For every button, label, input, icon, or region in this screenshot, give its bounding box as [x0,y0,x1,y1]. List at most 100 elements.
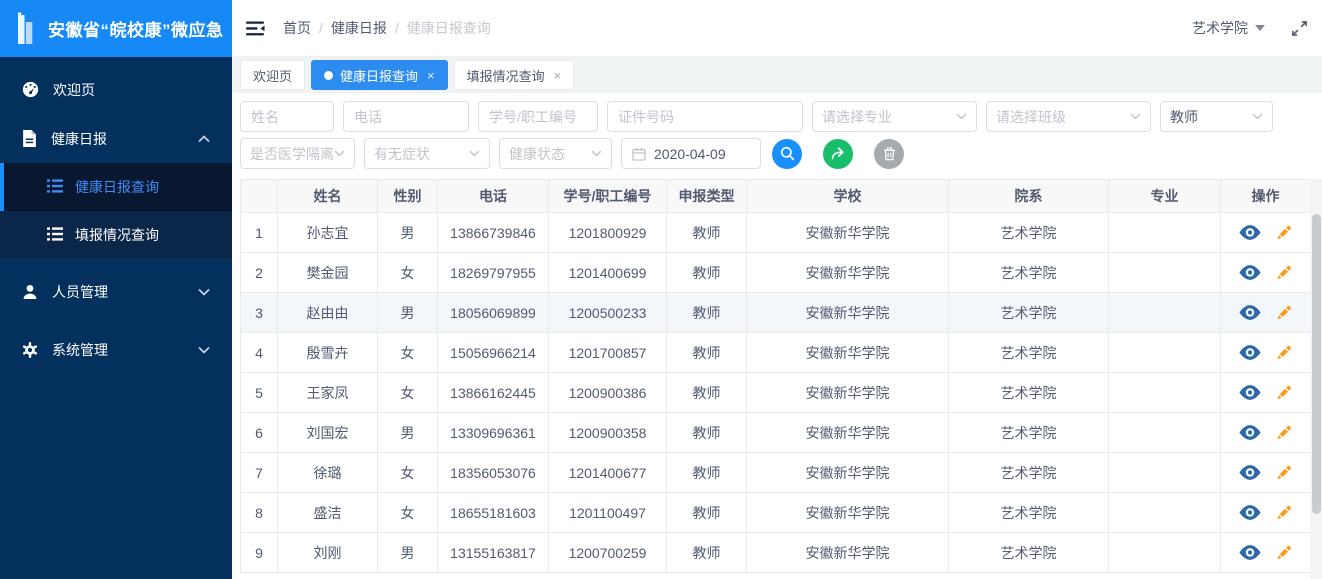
class-select[interactable]: 请选择班级 [986,101,1151,132]
phone-input[interactable] [343,101,469,132]
sidebar-item-daily-report-query[interactable]: 健康日报查询 [0,163,232,211]
view-button[interactable] [1239,545,1261,560]
cell-phone: 13309696361 [437,412,549,453]
edit-pencil-icon [1277,465,1291,480]
view-button[interactable] [1239,265,1261,280]
cell-type: 教师 [666,252,747,293]
export-icon [831,147,844,160]
sidebar-menu: 欢迎页 健康日报 健康日报查询 填报情况查询 人员管理 系统管理 [0,57,232,374]
tab-close-icon[interactable]: × [427,68,435,83]
cell-gender: 女 [377,252,438,293]
delete-button[interactable] [874,138,904,169]
chevron-down-icon [334,150,345,157]
chevron-up-icon [198,134,210,142]
cell-code: 1201400699 [548,252,667,293]
breadcrumb-section[interactable]: 健康日报 [331,18,387,38]
cell-actions [1220,372,1311,413]
cell-name: 殷雪卉 [277,332,378,373]
tab-welcome[interactable]: 欢迎页 [240,60,306,90]
cell-actions [1220,492,1311,533]
list-icon [47,178,63,196]
search-button[interactable] [772,138,802,169]
staff-no-input[interactable] [478,101,598,132]
cell-major [1108,452,1221,493]
tab-fill-status-query[interactable]: 填报情况查询 × [453,60,575,90]
view-button[interactable] [1239,345,1261,360]
sidebar-item-personnel[interactable]: 人员管理 [0,267,232,316]
fullscreen-expand-icon[interactable] [1291,20,1308,37]
person-type-select[interactable]: 教师 [1160,101,1273,132]
edit-button[interactable] [1275,344,1292,361]
view-button[interactable] [1239,385,1261,400]
edit-button[interactable] [1275,264,1292,281]
cell-type: 教师 [666,212,747,253]
filter-row-2: 是否医学隔离 有无症状 健康状态 2020-04-09 [240,138,1322,169]
cell-major [1108,492,1221,533]
cell-major [1108,412,1221,453]
scrollbar-thumb[interactable] [1311,214,1321,514]
cell-actions [1220,412,1311,453]
cell-index: 8 [240,492,278,533]
table-row: 8 盛洁女 18655181603 1201100497 教师 安徽新华学院 艺术学院 [240,492,1311,533]
id-card-input[interactable] [607,101,803,132]
results-table: 姓名 性别 电话 学号/职工编号 申报类型 学校 院系 专业 操作 1 孙志宜男 1… [240,179,1311,573]
menu-fold-icon[interactable] [246,21,265,36]
cell-department: 艺术学院 [948,452,1109,493]
cell-type: 教师 [666,292,747,333]
view-button[interactable] [1239,465,1261,480]
health-state-select[interactable]: 健康状态 [499,138,612,169]
edit-button[interactable] [1275,224,1292,241]
cell-department: 艺术学院 [948,372,1109,413]
view-eye-icon [1239,305,1261,320]
vertical-scrollbar[interactable] [1310,179,1322,579]
cell-code: 1200700259 [548,532,667,573]
list-icon [47,226,63,244]
isolation-select[interactable]: 是否医学隔离 [240,138,355,169]
cell-major [1108,332,1221,373]
breadcrumb-home[interactable]: 首页 [283,18,311,38]
edit-button[interactable] [1275,464,1292,481]
major-select[interactable]: 请选择专业 [812,101,977,132]
cell-actions [1220,252,1311,293]
sidebar-item-fill-status-query[interactable]: 填报情况查询 [0,211,232,259]
chevron-down-icon [1252,113,1263,120]
cell-school: 安徽新华学院 [746,492,949,533]
tab-close-icon[interactable]: × [554,68,562,83]
cell-type: 教师 [666,452,747,493]
cell-major [1108,292,1221,333]
view-button[interactable] [1239,225,1261,240]
name-input[interactable] [240,101,334,132]
cell-major [1108,252,1221,293]
cell-department: 艺术学院 [948,492,1109,533]
org-dropdown[interactable]: 艺术学院 [1192,18,1265,38]
date-picker[interactable]: 2020-04-09 [621,138,761,169]
cell-name: 赵由由 [277,292,378,333]
view-button[interactable] [1239,425,1261,440]
open-tabs-bar: 欢迎页 健康日报查询 × 填报情况查询 × [232,57,1322,93]
cell-code: 1200900358 [548,412,667,453]
symptom-select[interactable]: 有无症状 [364,138,490,169]
view-button[interactable] [1239,505,1261,520]
export-button[interactable] [823,138,853,169]
cell-actions [1220,212,1311,253]
sidebar-item-system[interactable]: 系统管理 [0,325,232,374]
chevron-down-icon [198,346,210,354]
search-icon [780,146,794,161]
top-header: 首页 / 健康日报 / 健康日报查询 艺术学院 [232,0,1322,57]
app-title: 安徽省“皖校康”微应急 [48,21,224,40]
edit-pencil-icon [1277,225,1291,240]
edit-button[interactable] [1275,384,1292,401]
health-report-submenu: 健康日报查询 填报情况查询 [0,163,232,259]
sidebar-item-welcome[interactable]: 欢迎页 [0,65,232,114]
edit-button[interactable] [1275,544,1292,561]
view-button[interactable] [1239,305,1261,320]
cell-department: 艺术学院 [948,212,1109,253]
cell-name: 盛洁 [277,492,378,533]
edit-button[interactable] [1275,504,1292,521]
tab-daily-report-query[interactable]: 健康日报查询 × [311,60,448,90]
edit-button[interactable] [1275,424,1292,441]
cell-code: 1201800929 [548,212,667,253]
cell-name: 刘刚 [277,532,378,573]
edit-button[interactable] [1275,304,1292,321]
sidebar-item-health-report[interactable]: 健康日报 [0,114,232,163]
